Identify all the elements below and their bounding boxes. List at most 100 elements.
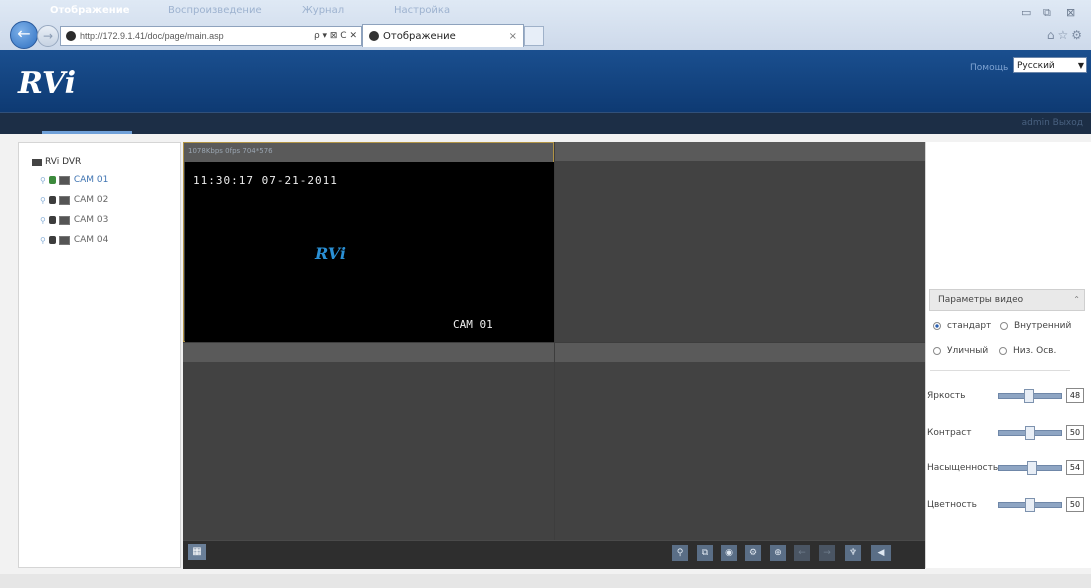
dvr-icon xyxy=(32,158,42,166)
slider-knob[interactable] xyxy=(1025,426,1035,440)
maximize-icon[interactable]: ⧉ xyxy=(1043,6,1051,20)
tab-close-icon[interactable]: × xyxy=(509,31,517,42)
record-icon[interactable]: ◉ xyxy=(721,545,737,561)
person-icon xyxy=(48,196,56,204)
rvi-logo: RVi xyxy=(18,66,77,101)
brightness-value[interactable]: 48 xyxy=(1066,388,1084,403)
person-icon xyxy=(48,176,56,184)
address-tools[interactable]: ρ ▾ ⊠ C ✕ xyxy=(314,31,357,41)
mode-label: Низ. Осв. xyxy=(1013,346,1057,356)
video-stream[interactable]: 11:30:17 07-21-2011 RVi CAM 01 xyxy=(185,162,554,342)
minimize-icon[interactable]: ▭ xyxy=(1021,6,1031,19)
video-cell-1[interactable]: 1078Kbps 0fps 704*576 11:30:17 07-21-201… xyxy=(183,142,554,342)
mode-label: Внутренний xyxy=(1014,321,1072,331)
next-icon[interactable]: → xyxy=(819,545,835,561)
prev-icon[interactable]: ← xyxy=(794,545,810,561)
link-icon: ⚲ xyxy=(40,215,46,225)
close-window-icon[interactable]: ⊠ xyxy=(1066,6,1075,19)
new-tab-button[interactable] xyxy=(524,26,544,46)
help-link[interactable]: Помощь xyxy=(970,63,1008,73)
saturation-slider[interactable] xyxy=(998,461,1062,475)
video-params-header[interactable]: Параметры видео ⌃ xyxy=(929,289,1085,311)
forward-button[interactable]: → xyxy=(37,25,59,47)
video-icon xyxy=(58,175,70,185)
cell-header xyxy=(555,343,925,362)
video-cell-2[interactable] xyxy=(555,142,925,342)
video-grid: 1078Kbps 0fps 704*576 11:30:17 07-21-201… xyxy=(183,142,925,540)
person-icon xyxy=(48,216,56,224)
volume-icon[interactable]: ◀ xyxy=(871,545,891,561)
nav-live-view[interactable]: Отображение xyxy=(50,0,130,22)
brightness-label: Яркость xyxy=(927,391,966,401)
divider xyxy=(930,370,1070,371)
link-icon: ⚲ xyxy=(40,195,46,205)
radio-icon xyxy=(933,322,941,330)
ptz-icon[interactable]: ⚲ xyxy=(672,545,688,561)
video-icon xyxy=(58,215,70,225)
language-select[interactable]: Русский ▼ xyxy=(1013,57,1087,73)
hue-value[interactable]: 50 xyxy=(1066,497,1084,512)
microphone-icon[interactable]: ♆ xyxy=(845,545,861,561)
link-icon: ⚲ xyxy=(40,235,46,245)
slider-knob[interactable] xyxy=(1027,461,1037,475)
camera-label: CAM 02 xyxy=(73,195,109,205)
contrast-slider[interactable] xyxy=(998,426,1062,440)
user-links[interactable]: admin Выход xyxy=(1022,112,1083,134)
mode-label: стандарт xyxy=(947,321,992,331)
tab-favicon xyxy=(369,31,379,41)
video-icon xyxy=(58,195,70,205)
layout-grid-icon[interactable]: ▦ xyxy=(188,544,206,560)
contrast-value[interactable]: 50 xyxy=(1066,425,1084,440)
osd-camera-name: CAM 01 xyxy=(453,318,493,331)
tab-title: Отображение xyxy=(383,30,456,42)
browser-tab[interactable]: Отображение × xyxy=(362,24,524,47)
camera-label: CAM 03 xyxy=(73,215,109,225)
hue-slider[interactable] xyxy=(998,498,1062,512)
page-footer xyxy=(0,574,1091,588)
tree-root[interactable]: RVi DVR xyxy=(32,157,81,167)
tree-root-label: RVi DVR xyxy=(45,157,82,167)
address-bar[interactable]: http://172.9.1.41/doc/page/main.asp ρ ▾ … xyxy=(60,26,362,46)
device-tree-panel xyxy=(18,142,181,568)
camera-label: CAM 01 xyxy=(73,175,109,185)
saturation-label: Насыщенность xyxy=(927,463,999,473)
browser-toolbar-icons[interactable]: ⌂☆⚙ xyxy=(1047,28,1085,42)
slider-knob[interactable] xyxy=(1025,498,1035,512)
mode-indoor-radio[interactable]: Внутренний xyxy=(1000,321,1071,331)
hue-label: Цветность xyxy=(927,500,977,510)
contrast-label: Контраст xyxy=(927,428,972,438)
mode-label: Уличный xyxy=(947,346,989,356)
main-nav xyxy=(0,112,1091,135)
back-button[interactable]: ← xyxy=(10,21,38,49)
person-icon xyxy=(48,236,56,244)
video-cell-4[interactable] xyxy=(555,343,925,540)
app-header xyxy=(0,50,1091,112)
brightness-slider[interactable] xyxy=(998,389,1062,403)
mode-outdoor-radio[interactable]: Уличный xyxy=(933,346,988,356)
capture-icon[interactable]: ⧉ xyxy=(697,545,713,561)
camera-item-03[interactable]: ⚲ CAM 03 xyxy=(40,215,108,225)
camera-item-01[interactable]: ⚲ CAM 01 xyxy=(40,175,108,185)
snapshot-icon[interactable]: ⚙ xyxy=(745,545,761,561)
mode-standard-radio[interactable]: стандарт xyxy=(933,321,991,331)
cell-header xyxy=(555,142,925,161)
camera-item-04[interactable]: ⚲ CAM 04 xyxy=(40,235,108,245)
slider-knob[interactable] xyxy=(1024,389,1034,403)
video-cell-3[interactable] xyxy=(183,343,554,540)
nav-playback[interactable]: Воспроизведение xyxy=(168,0,262,22)
osd-logo: RVi xyxy=(315,244,346,263)
mode-lowlight-radio[interactable]: Низ. Осв. xyxy=(999,346,1056,356)
collapse-icon: ⌃ xyxy=(1073,295,1080,304)
stream-info: 1078Kbps 0fps 704*576 xyxy=(188,147,273,155)
video-icon xyxy=(58,235,70,245)
address-url[interactable]: http://172.9.1.41/doc/page/main.asp xyxy=(80,31,224,41)
link-icon: ⚲ xyxy=(40,175,46,185)
camera-item-02[interactable]: ⚲ CAM 02 xyxy=(40,195,108,205)
zoom-icon[interactable]: ⊕ xyxy=(770,545,786,561)
cell-header xyxy=(183,343,554,362)
nav-log[interactable]: Журнал xyxy=(302,0,344,22)
chevron-down-icon: ▼ xyxy=(1077,61,1084,70)
nav-settings[interactable]: Настройка xyxy=(394,0,450,22)
saturation-value[interactable]: 54 xyxy=(1066,460,1084,475)
radio-icon xyxy=(999,347,1007,355)
